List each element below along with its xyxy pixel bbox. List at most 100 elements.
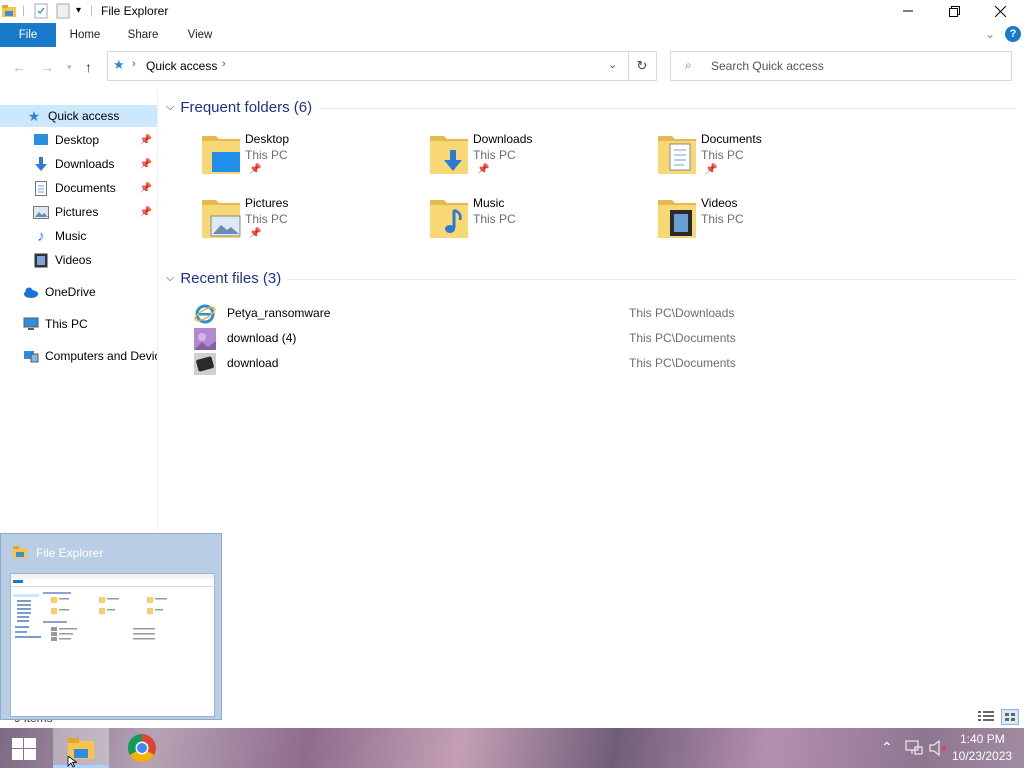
image-thumbnail-icon <box>194 328 216 350</box>
file-explorer-icon <box>12 544 28 563</box>
volume-muted-icon[interactable] <box>929 739 947 759</box>
address-bar[interactable]: ★ › Quick access › ⌄ <box>107 51 629 81</box>
downloads-folder-icon <box>428 132 468 174</box>
network-icon[interactable] <box>905 740 923 759</box>
image-thumbnail-icon <box>194 353 216 375</box>
qat-separator: | <box>90 3 94 17</box>
recent-file-location: This PC\Documents <box>629 331 736 345</box>
nav-label: This PC <box>45 317 88 331</box>
recent-files-header[interactable]: ⌵ Recent files (3) <box>166 270 281 287</box>
nav-label: Music <box>55 229 87 243</box>
new-folder-icon[interactable] <box>56 3 70 19</box>
group-title: Recent files (3) <box>180 270 282 287</box>
restore-button[interactable] <box>931 0 977 22</box>
window-thumbnail <box>10 573 215 717</box>
pin-icon: 📌 <box>139 134 152 146</box>
back-arrow-icon[interactable]: ← <box>12 59 26 75</box>
chevron-down-icon: ⌵ <box>166 272 175 284</box>
large-icons-view-icon[interactable] <box>1001 709 1019 725</box>
folder-tile-music[interactable]: Music This PC <box>428 196 648 252</box>
nav-item-downloads[interactable]: Downloads 📌 <box>0 153 157 175</box>
folder-name: Downloads <box>473 132 533 146</box>
clock-date[interactable]: 10/23/2023 <box>952 749 1012 763</box>
tab-home[interactable]: Home <box>62 23 108 47</box>
help-icon[interactable]: ? <box>1005 26 1021 42</box>
breadcrumb-quick-access[interactable]: Quick access <box>146 59 217 73</box>
nav-item-desktop[interactable]: Desktop 📌 <box>0 129 157 151</box>
clock-time[interactable]: 1:40 PM <box>960 732 1005 746</box>
taskbar-file-explorer-button[interactable] <box>53 728 109 768</box>
nav-label: Documents <box>55 181 116 195</box>
recent-file-location: This PC\Downloads <box>629 306 735 320</box>
properties-icon[interactable] <box>34 3 48 19</box>
tab-view[interactable]: View <box>178 23 222 47</box>
address-dropdown-icon[interactable]: ⌄ <box>608 58 617 71</box>
nav-item-videos[interactable]: Videos <box>0 249 157 271</box>
pin-icon: 📌 <box>249 228 262 239</box>
nav-item-documents[interactable]: Documents 📌 <box>0 177 157 199</box>
recent-file-location: This PC\Documents <box>629 356 736 370</box>
videos-icon <box>33 252 49 268</box>
preview-title: File Explorer <box>36 546 104 560</box>
nav-item-pictures[interactable]: Pictures 📌 <box>0 201 157 223</box>
nav-item-music[interactable]: ♪ Music <box>0 225 157 247</box>
up-arrow-icon[interactable]: ↑ <box>85 59 92 75</box>
group-divider <box>288 279 1016 280</box>
group-divider <box>320 108 1016 109</box>
videos-folder-icon <box>656 196 696 238</box>
search-input[interactable]: ⌕ Search Quick access <box>670 51 1012 81</box>
nav-this-pc[interactable]: This PC <box>0 313 157 335</box>
documents-icon <box>33 180 49 196</box>
folder-location: This PC <box>245 212 288 226</box>
folder-tile-desktop[interactable]: Desktop This PC 📌 <box>200 132 420 188</box>
recent-locations-icon[interactable]: ▾ <box>67 62 72 73</box>
pin-icon: 📌 <box>139 206 152 218</box>
folder-tile-videos[interactable]: Videos This PC <box>656 196 876 252</box>
tab-share[interactable]: Share <box>120 23 166 47</box>
nav-computers-and-devices[interactable]: Computers and Devic <box>0 345 157 367</box>
folder-tile-pictures[interactable]: Pictures This PC 📌 <box>200 196 420 252</box>
qat-dropdown-icon[interactable]: ▾ <box>76 5 81 21</box>
forward-arrow-icon[interactable]: → <box>40 59 54 75</box>
folder-location: This PC <box>473 212 516 226</box>
breadcrumb-chevron-icon[interactable]: › <box>132 58 136 70</box>
frequent-folders-header[interactable]: ⌵ Frequent folders (6) <box>166 99 312 116</box>
taskbar-thumbnail-preview[interactable]: File Explorer <box>0 533 222 720</box>
recent-file-row[interactable]: download This PC\Documents <box>192 351 792 375</box>
windows-start-icon[interactable] <box>12 738 36 763</box>
folder-tile-documents[interactable]: Documents This PC 📌 <box>656 132 876 188</box>
folder-location: This PC <box>245 148 288 162</box>
recent-file-name: Petya_ransomware <box>227 306 331 320</box>
folder-name: Desktop <box>245 132 290 146</box>
expand-ribbon-icon[interactable]: ⌄ <box>985 27 995 41</box>
chevron-up-icon[interactable]: ⌃ <box>881 739 893 756</box>
search-icon: ⌕ <box>685 58 692 72</box>
music-icon: ♪ <box>37 227 45 245</box>
nav-label: OneDrive <box>45 285 96 299</box>
recent-file-row[interactable]: Petya_ransomware This PC\Downloads <box>192 301 792 325</box>
folder-location: This PC <box>701 212 744 226</box>
breadcrumb-chevron-icon[interactable]: › <box>222 58 226 70</box>
folder-name: Music <box>473 196 505 210</box>
nav-onedrive[interactable]: OneDrive <box>0 281 157 303</box>
pin-icon: 📌 <box>249 164 262 175</box>
chrome-icon[interactable] <box>127 733 157 766</box>
nav-label: Videos <box>55 253 92 267</box>
mouse-cursor-icon <box>67 755 78 771</box>
folder-location: This PC <box>701 148 744 162</box>
tab-file[interactable]: File <box>0 23 56 47</box>
refresh-button[interactable]: ↻ <box>628 51 657 81</box>
address-row: ← → ▾ ↑ ★ › Quick access › ⌄ ↻ ⌕ Search … <box>0 48 1024 86</box>
nav-quick-access[interactable]: ★ Quick access <box>0 105 157 127</box>
downloads-icon <box>33 156 49 172</box>
folder-tile-downloads[interactable]: Downloads This PC 📌 <box>428 132 648 188</box>
search-placeholder: Search Quick access <box>711 59 824 73</box>
nav-label: Computers and Devic <box>45 349 157 363</box>
refresh-icon: ↻ <box>636 58 648 73</box>
details-view-icon[interactable] <box>978 710 994 725</box>
close-button[interactable] <box>977 0 1023 22</box>
devices-icon <box>23 348 39 364</box>
nav-label: Quick access <box>48 109 120 123</box>
recent-file-row[interactable]: download (4) This PC\Documents <box>192 326 792 350</box>
minimize-button[interactable] <box>885 0 931 22</box>
